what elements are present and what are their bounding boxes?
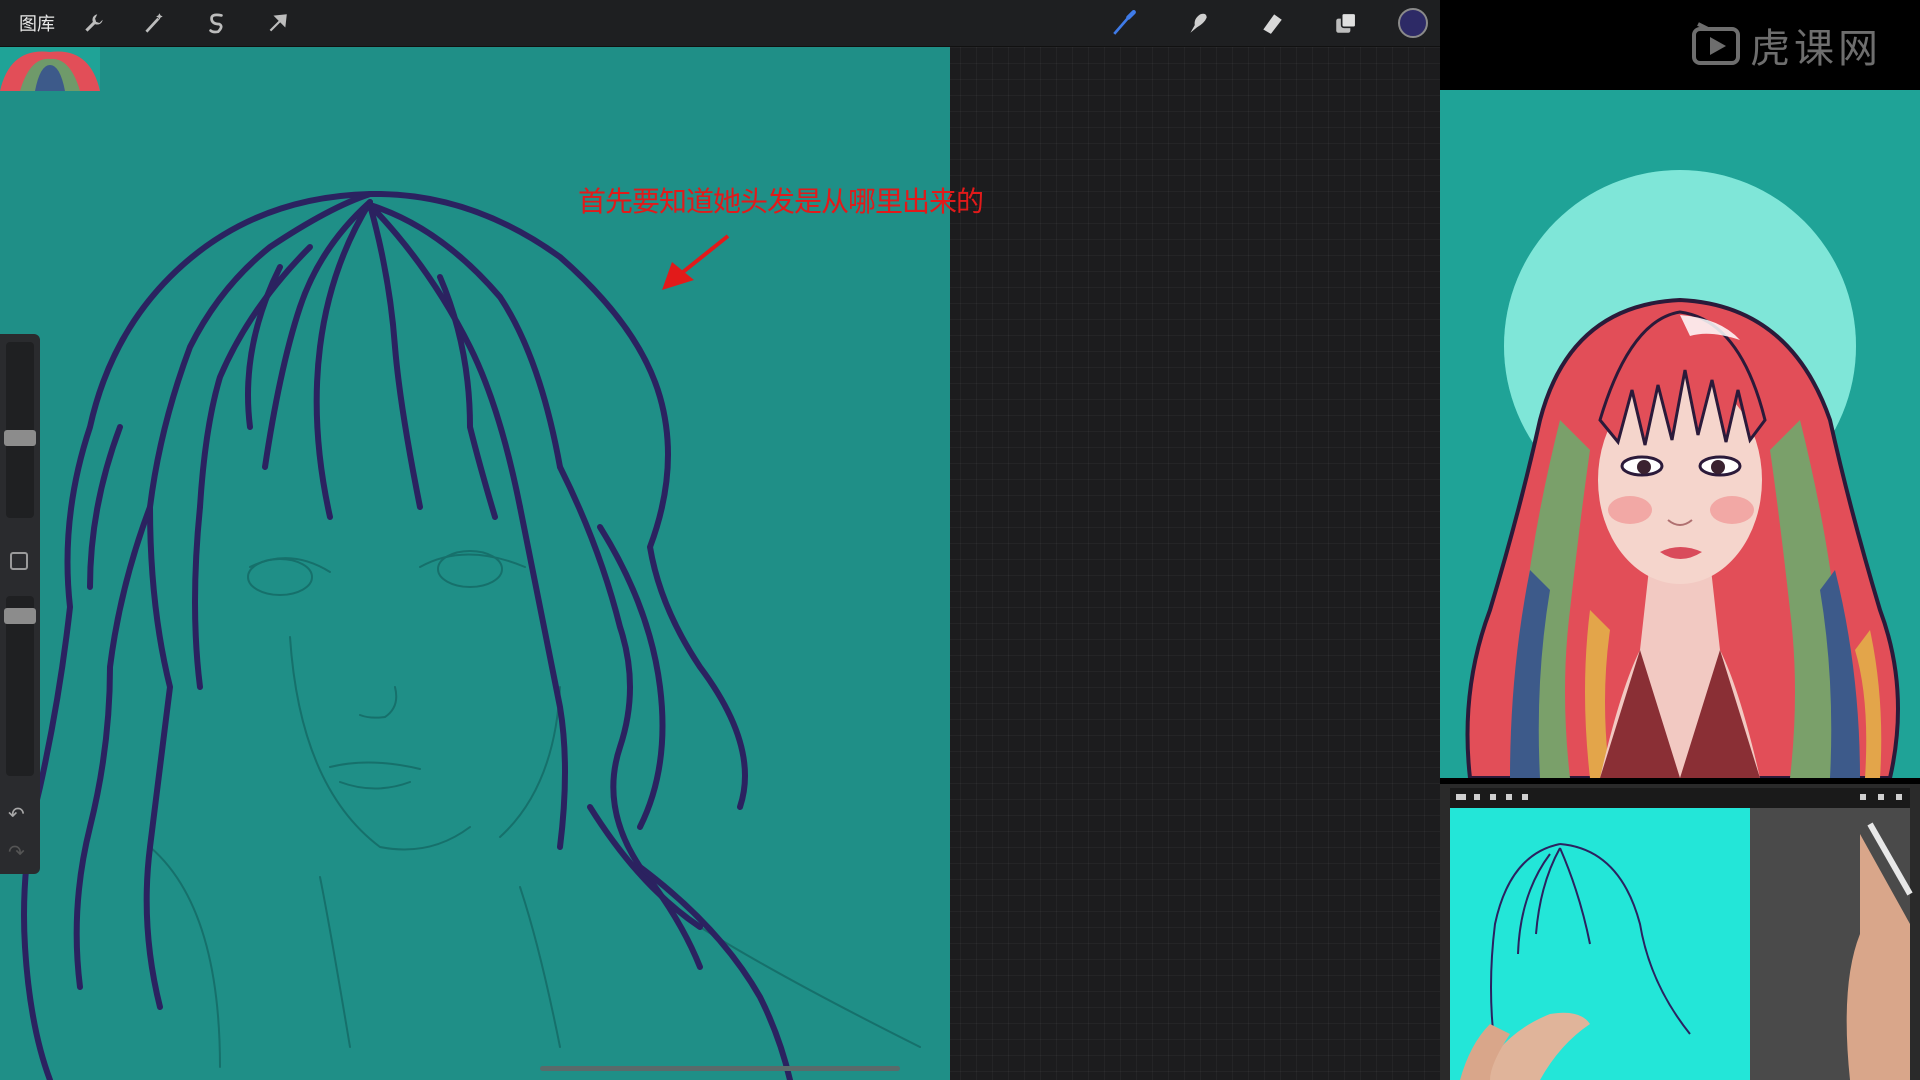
annotation-text: 首先要知道她头发是从哪里出来的 [578, 185, 984, 218]
watermark-logo: 虎课网 [1690, 18, 1882, 72]
adjustments-button[interactable] [134, 0, 174, 46]
eraser-icon [1263, 14, 1282, 34]
brush-tool-button[interactable] [1104, 0, 1144, 46]
modify-button[interactable] [10, 552, 28, 570]
brush-size-handle[interactable] [4, 430, 36, 446]
selection-icon [209, 13, 223, 34]
top-toolbar: 图库 [0, 0, 1440, 47]
actions-button[interactable] [74, 0, 114, 46]
wrench-icon [85, 14, 103, 32]
selection-button[interactable] [196, 0, 236, 46]
play-logo-icon [1692, 22, 1740, 65]
right-panel: 虎课网 [1440, 0, 1920, 1080]
layers-icon [1336, 12, 1357, 33]
transform-arrow-icon [269, 14, 287, 32]
left-sidebar: ↶ ↷ [0, 334, 40, 874]
gallery-button[interactable]: 图库 [12, 0, 62, 46]
redo-icon[interactable]: ↷ [8, 840, 25, 864]
watermark-text: 虎课网 [1750, 26, 1882, 72]
annotation-arrow-icon [662, 234, 730, 290]
procreate-app: 首先要知道她头发是从哪里出来的 图库 ↶ ↷ [0, 0, 1440, 1080]
layers-button[interactable] [1326, 0, 1366, 46]
camera-inset [1440, 784, 1920, 1080]
reference-image [1440, 90, 1920, 778]
undo-icon[interactable]: ↶ [8, 802, 25, 826]
home-indicator [540, 1066, 900, 1071]
transform-button[interactable] [258, 0, 298, 46]
smudge-tool-button[interactable] [1178, 0, 1218, 46]
magic-wand-icon [145, 13, 163, 33]
opacity-handle[interactable] [4, 608, 36, 624]
reference-thumbnail[interactable] [0, 47, 100, 91]
smudge-icon [1190, 13, 1207, 33]
color-picker-button[interactable] [1396, 0, 1430, 46]
eraser-tool-button[interactable] [1252, 0, 1292, 46]
brush-icon [1113, 10, 1136, 35]
current-color-swatch [1398, 8, 1428, 38]
